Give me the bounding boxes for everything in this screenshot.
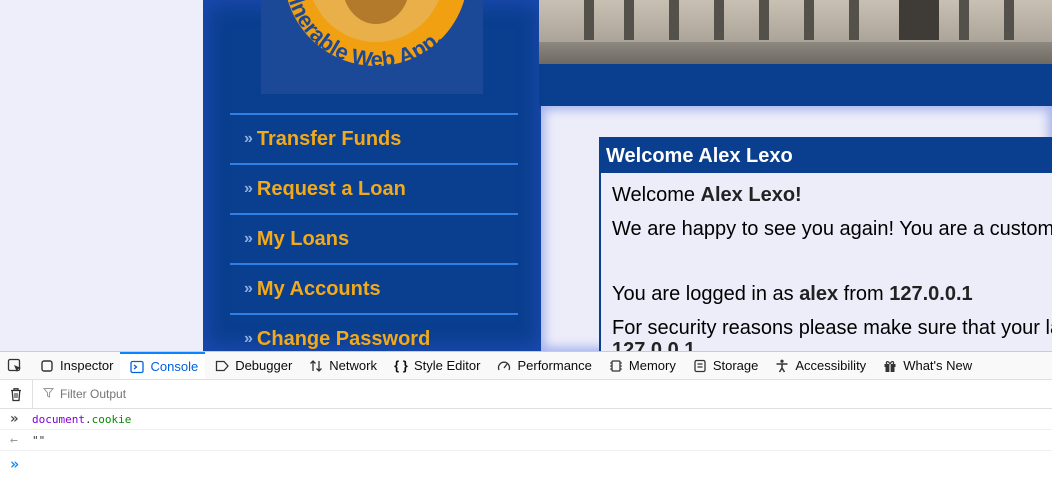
prompt-chevron-icon: » [10,455,20,473]
devtools-toolbar: Inspector Console Debugger Network { } S… [0,352,1052,380]
double-chevron-icon: » [244,280,253,297]
sidebar: Vulnerable Web App. » Transfer Funds » R… [203,0,543,351]
header-band [539,64,1052,106]
tab-style-editor[interactable]: { } Style Editor [384,352,487,379]
tab-inspector[interactable]: Inspector [30,352,120,379]
security-notice: For security reasons please make sure th… [612,317,1052,339]
tab-label: Console [150,359,199,374]
filter-output-input[interactable] [60,387,360,401]
arrow-left-icon: ← [10,432,18,448]
tab-console[interactable]: Console [120,352,206,379]
chevron-right-icon: » [10,411,19,427]
nav-label: Transfer Funds [256,127,402,150]
chip-icon [609,359,623,373]
inspector-icon [40,359,54,373]
greeting-prefix: Welcome [612,184,701,206]
tab-memory[interactable]: Memory [599,352,683,379]
clear-console-button[interactable] [0,380,33,408]
nav-my-accounts[interactable]: » My Accounts [230,263,518,313]
debugger-icon [215,359,230,373]
code-object: document [32,412,85,426]
tab-label: Memory [628,358,676,373]
tab-label: Accessibility [795,358,867,373]
element-picker-button[interactable] [0,352,30,379]
tab-label: Network [329,358,377,373]
login-from: from [838,283,890,305]
console-output-line: ← "" [0,430,1052,451]
username: alex [799,283,839,305]
nav-label: My Accounts [256,277,381,300]
tab-network[interactable]: Network [299,352,384,379]
storage-icon [693,359,707,373]
welcome-title: Welcome Alex Lexo [601,139,1052,173]
nav-label: My Loans [256,227,350,250]
tab-label: Style Editor [413,358,481,373]
gift-icon [883,359,897,373]
console-icon [130,360,145,374]
tab-storage[interactable]: Storage [683,352,766,379]
ip-address: 127.0.0.1 [889,283,973,305]
tab-accessibility[interactable]: Accessibility [765,352,873,379]
filter-icon [42,387,55,401]
braces-icon: { } [394,358,408,373]
double-chevron-icon: » [244,330,253,347]
nav-request-loan[interactable]: » Request a Loan [230,163,518,213]
page-viewport: Vulnerable Web App. » Transfer Funds » R… [0,0,1052,351]
nav-transfer-funds[interactable]: » Transfer Funds [230,113,518,163]
page-margin [0,0,203,351]
network-icon [309,359,323,373]
security-ip: 127.0.0.1 [612,339,696,351]
tab-label: What's New [903,358,973,373]
login-info: You are logged in as alex from 127.0.0.1 [612,283,973,306]
tab-performance[interactable]: Performance [487,352,598,379]
welcome-message: We are happy to see you again! You are a… [612,218,1052,240]
devtools-panel: Inspector Console Debugger Network { } S… [0,351,1052,493]
code-dot: . [84,412,92,426]
console-input-line: » document.cookie [0,409,1052,430]
console-filter-bar [0,380,1052,409]
console-command: document.cookie [32,413,131,426]
welcome-panel: Welcome Alex Lexo Welcome Alex Lexo! We … [599,137,1052,351]
console-prompt[interactable]: » [0,451,1052,477]
accessibility-icon [775,359,789,373]
logo: Vulnerable Web App. [261,0,483,94]
nav-label: Change Password [256,327,431,350]
tab-label: Inspector [60,358,114,373]
tab-debugger[interactable]: Debugger [205,352,299,379]
code-property: cookie [91,412,132,426]
tab-label: Storage [712,358,759,373]
nav-my-loans[interactable]: » My Loans [230,213,518,263]
user-fullname: Alex Lexo! [700,184,802,206]
tab-whats-new[interactable]: What's New [873,352,979,379]
trash-icon [11,387,21,401]
console-result: "" [32,433,46,447]
tab-label: Performance [517,358,592,373]
nav-label: Request a Loan [256,177,406,200]
nav-change-password[interactable]: » Change Password [230,313,518,351]
welcome-greeting: Welcome Alex Lexo! [612,184,802,207]
tab-label: Debugger [235,358,293,373]
header-building-photo [539,0,1052,64]
gauge-icon [497,359,511,373]
double-chevron-icon: » [244,180,253,197]
double-chevron-icon: » [244,230,253,247]
nav-menu: » Transfer Funds » Request a Loan » My L… [230,113,518,351]
login-prefix: You are logged in as [612,283,800,305]
double-chevron-icon: » [244,130,253,147]
picker-icon [7,358,21,372]
